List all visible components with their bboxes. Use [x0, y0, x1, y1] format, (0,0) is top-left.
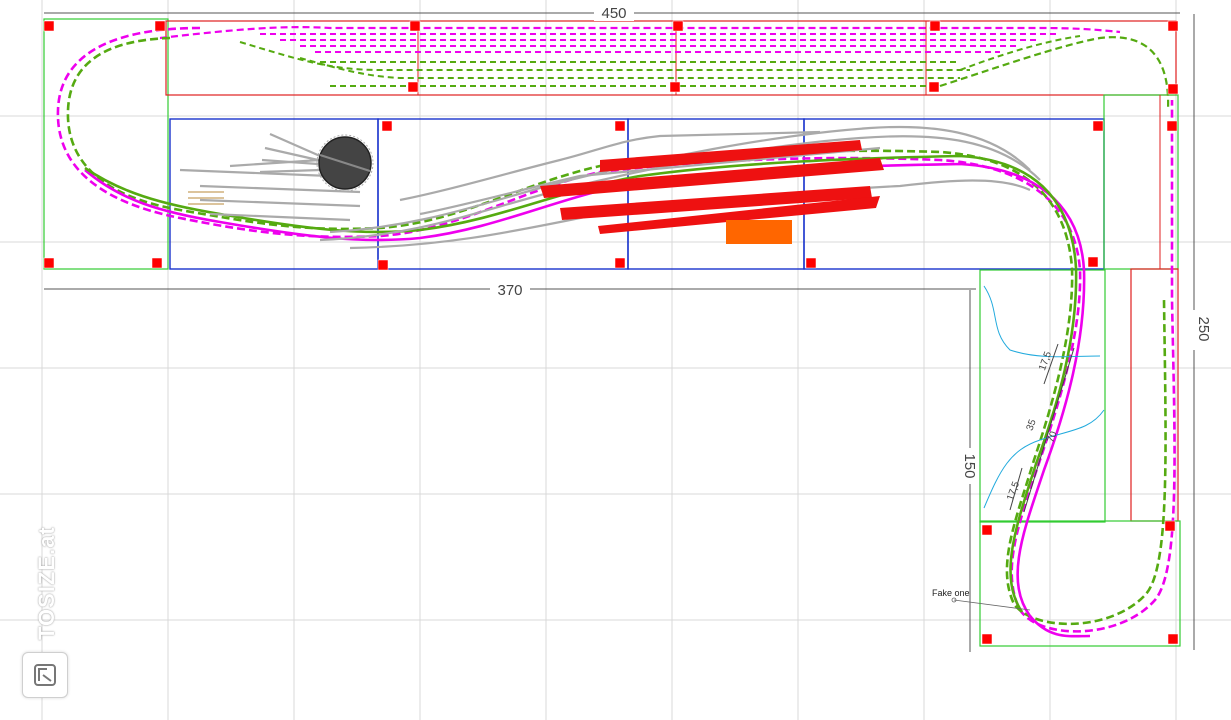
platforms — [540, 140, 884, 234]
dimension-lines — [44, 12, 1195, 652]
fake-one-label: Fake one — [932, 588, 970, 598]
logo-badge — [22, 652, 68, 698]
dimension-segment-d: 17,5 — [1005, 480, 1022, 502]
dimension-segment-b: 35 — [1025, 418, 1039, 433]
turntable — [316, 134, 374, 192]
loco-shed — [188, 191, 224, 205]
dimension-right-height: 250 — [1195, 316, 1212, 341]
dimension-branch-height: 150 — [961, 453, 978, 478]
dimension-top-width: 450 — [601, 5, 626, 22]
station-building — [726, 220, 792, 244]
dimension-lower-width: 370 — [497, 282, 522, 299]
watermark-text: TOSIZE.at — [34, 526, 59, 640]
staging-yard — [159, 26, 1170, 111]
wiring — [983, 285, 1105, 509]
board-branch-green — [979, 269, 1106, 523]
logo-icon — [34, 664, 56, 686]
track-plan-canvas: 450 370 250 150 17,5 35 70 17,5 Fake one — [0, 0, 1231, 720]
